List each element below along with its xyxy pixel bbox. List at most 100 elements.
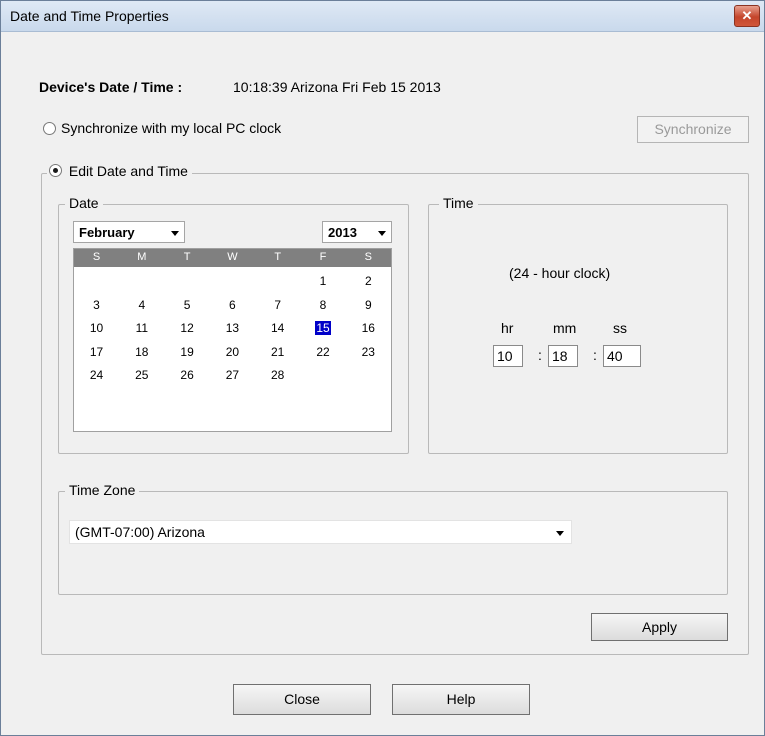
calendar-day[interactable]: 24 — [74, 368, 119, 382]
time-separator: : — [593, 347, 597, 363]
second-input[interactable]: 40 — [603, 345, 641, 367]
calendar-day-number: 25 — [135, 368, 149, 382]
clock-format-caption: (24 - hour clock) — [509, 265, 611, 281]
calendar-day-number: 1 — [319, 274, 327, 288]
second-label: ss — [613, 320, 627, 336]
calendar-day-number: 23 — [361, 344, 375, 359]
time-separator: : — [538, 347, 542, 363]
calendar-day[interactable]: 10 — [74, 321, 119, 335]
calendar-day[interactable]: 14 — [255, 321, 300, 335]
calendar-day-number: 21 — [271, 344, 285, 359]
calendar-day[interactable]: 25 — [119, 368, 164, 382]
calendar-day-number: 13 — [225, 321, 240, 335]
weekday-header: T — [183, 251, 191, 263]
apply-button[interactable]: Apply — [591, 613, 728, 641]
calendar-day[interactable]: 12 — [165, 321, 210, 335]
calendar-day-number: 26 — [180, 368, 194, 382]
calendar-day[interactable]: 3 — [74, 298, 119, 312]
year-value: 2013 — [328, 225, 357, 240]
chevron-down-icon — [171, 231, 179, 236]
window-title: Date and Time Properties — [10, 8, 169, 24]
calendar-day[interactable]: 28 — [255, 368, 300, 382]
chevron-down-icon — [556, 531, 564, 536]
help-button[interactable]: Help — [392, 684, 530, 715]
apply-button-label: Apply — [641, 619, 678, 635]
calendar-day[interactable]: 27 — [210, 368, 255, 382]
calendar-day[interactable]: 26 — [165, 368, 210, 382]
edit-radio[interactable] — [49, 164, 62, 177]
chevron-down-icon — [378, 231, 386, 236]
time-zone-legend: Time Zone — [65, 482, 140, 498]
calendar-day-number: 17 — [89, 344, 104, 359]
calendar-day[interactable]: 5 — [165, 298, 210, 312]
calendar-day[interactable]: 8 — [301, 298, 346, 312]
month-select[interactable]: February — [73, 221, 185, 243]
calendar-day-number: 7 — [274, 297, 282, 312]
sync-radio[interactable] — [43, 122, 56, 135]
close-button[interactable]: Close — [233, 684, 371, 715]
calendar-day[interactable]: 6 — [210, 298, 255, 312]
minute-input[interactable]: 18 — [548, 345, 578, 367]
weekday-header: S — [364, 251, 372, 263]
calendar-day[interactable]: 19 — [165, 345, 210, 359]
calendar-day-number: 14 — [271, 321, 285, 335]
calendar-day[interactable]: 22 — [301, 345, 346, 359]
calendar-day[interactable]: 4 — [119, 298, 164, 312]
calendar-day-number: 27 — [225, 368, 240, 382]
calendar-day-number: 10 — [89, 321, 104, 335]
calendar-day-number: 22 — [316, 344, 330, 359]
time-zone-select[interactable]: (GMT-07:00) Arizona — [69, 520, 572, 544]
edit-radio-label[interactable]: Edit Date and Time — [69, 163, 188, 179]
calendar-day-number: 4 — [138, 297, 146, 312]
calendar-day-number: 28 — [271, 368, 285, 382]
calendar-day[interactable]: 23 — [346, 345, 391, 359]
calendar-day[interactable]: 18 — [119, 345, 164, 359]
calendar-day-number: 18 — [135, 344, 149, 359]
calendar-weekday-header: SMTWTFS — [74, 249, 391, 267]
hour-input[interactable]: 10 — [493, 345, 523, 367]
calendar-day-number: 3 — [93, 297, 100, 312]
date-time-properties-dialog: Date and Time Properties ✕ Device's Date… — [0, 0, 765, 736]
synchronize-button-label: Synchronize — [654, 121, 732, 137]
radio-selected-dot — [53, 168, 58, 173]
calendar-day[interactable]: 17 — [74, 345, 119, 359]
calendar-day-number: 11 — [135, 321, 149, 335]
weekday-header: M — [137, 251, 147, 263]
calendar-day-number: 6 — [229, 297, 236, 312]
time-group — [428, 204, 728, 454]
date-legend: Date — [65, 195, 103, 211]
synchronize-button[interactable]: Synchronize — [637, 116, 749, 143]
calendar-day[interactable]: 16 — [346, 321, 391, 335]
close-window-button[interactable]: ✕ — [734, 5, 760, 27]
calendar-grid: SMTWTFS 1 2 3 4 5 6 7 8 9 10 11 12 13 14 15 16 17 18 19 20 2… — [73, 248, 392, 432]
title-bar: Date and Time Properties ✕ — [1, 1, 764, 32]
calendar-day-number: 16 — [361, 321, 375, 335]
calendar-day-number: 12 — [180, 321, 194, 335]
calendar-day[interactable]: 1 — [301, 274, 346, 288]
year-select[interactable]: 2013 — [322, 221, 392, 243]
calendar-day[interactable]: 9 — [346, 298, 391, 312]
sync-radio-label[interactable]: Synchronize with my local PC clock — [61, 120, 281, 136]
calendar-day[interactable]: 13 — [210, 321, 255, 335]
edit-date-time-legend: Edit Date and Time — [47, 163, 192, 179]
calendar-day-number: 9 — [364, 297, 372, 312]
calendar-day[interactable]: 21 — [255, 345, 300, 359]
calendar-day-number: 8 — [319, 297, 327, 312]
calendar-day[interactable]: 11 — [119, 321, 164, 335]
device-datetime-label: Device's Date / Time : — [39, 79, 183, 95]
calendar-day-selected[interactable]: 15 — [301, 321, 346, 335]
calendar-day-number: 19 — [180, 344, 194, 359]
calendar-day[interactable]: 2 — [346, 274, 391, 288]
month-value: February — [79, 225, 135, 240]
weekday-header: S — [92, 251, 101, 263]
calendar-day[interactable]: 7 — [255, 298, 300, 312]
calendar-day[interactable]: 20 — [210, 345, 255, 359]
close-icon: ✕ — [741, 8, 753, 23]
minute-label: mm — [553, 320, 577, 336]
time-legend: Time — [439, 195, 478, 211]
calendar-day-number: 24 — [89, 368, 104, 382]
close-button-label: Close — [284, 691, 320, 707]
calendar-day-number: 15 — [315, 321, 331, 335]
weekday-header: T — [274, 251, 282, 263]
calendar-day-number: 20 — [225, 344, 240, 359]
